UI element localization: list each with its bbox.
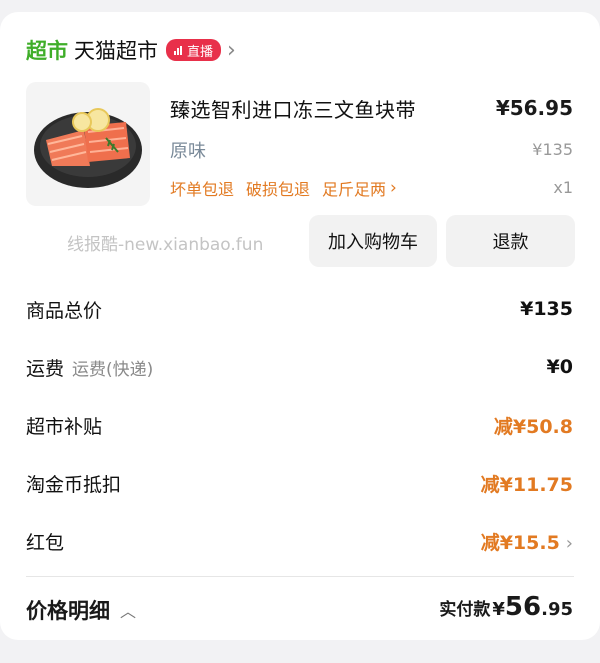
divider xyxy=(26,576,574,577)
summary-label: 超市补贴 xyxy=(26,415,103,438)
guarantee-item: 坏单包退 xyxy=(170,180,235,199)
summary-value: ¥135 xyxy=(520,298,573,320)
summary-value: 减¥15.5 xyxy=(480,531,560,554)
paid-integer: 56 xyxy=(504,592,542,622)
summary-row-total: 商品总价 ¥135 xyxy=(26,294,573,324)
chevron-right-icon[interactable]: › xyxy=(227,38,236,63)
paid-amount: 实付款 ¥ 56 .95 xyxy=(439,592,573,622)
guarantee-item: 破损包退 xyxy=(246,180,311,199)
paid-currency: ¥ xyxy=(492,599,505,620)
summary-row-red-packet[interactable]: 红包 减¥15.5 › xyxy=(26,526,573,556)
summary-row-subsidy: 超市补贴 减¥50.8 xyxy=(26,410,573,440)
product-price: ¥56.95 xyxy=(495,96,573,120)
summary-value: ¥0 xyxy=(546,356,573,378)
paid-decimal: .95 xyxy=(541,599,573,620)
add-to-cart-button[interactable]: 加入购物车 xyxy=(309,215,437,267)
summary-label: 淘金币抵扣 xyxy=(26,473,122,496)
chevron-right-icon: › xyxy=(390,178,397,198)
quantity: x1 xyxy=(553,178,573,197)
store-tag: 超市 xyxy=(26,39,68,63)
red-packet-value[interactable]: 减¥15.5 › xyxy=(481,528,573,555)
price-details-toggle[interactable]: 价格明细 ︿ xyxy=(26,595,136,625)
summary-row-coins: 淘金币抵扣 减¥11.75 xyxy=(26,468,573,498)
summary-label: 运费 xyxy=(26,357,65,380)
chevron-right-icon: › xyxy=(565,532,573,554)
store-name[interactable]: 天猫超市 xyxy=(74,35,158,65)
store-header[interactable]: 超市 天猫超市 直播 › xyxy=(26,36,236,64)
live-badge[interactable]: 直播 xyxy=(166,39,222,61)
summary-value: 减¥11.75 xyxy=(480,473,573,496)
chevron-up-icon: ︿ xyxy=(120,602,137,621)
refund-button[interactable]: 退款 xyxy=(446,215,575,267)
watermark-text: 线报酷-new.xianbao.fun xyxy=(67,235,264,255)
summary-label: 红包 xyxy=(26,531,65,554)
original-price: ¥135 xyxy=(532,140,573,159)
paid-label: 实付款 xyxy=(439,600,491,620)
salmon-fillet-image xyxy=(34,108,142,188)
product-image[interactable] xyxy=(26,82,150,206)
price-details-label: 价格明细 xyxy=(26,599,110,623)
live-badge-label: 直播 xyxy=(187,44,214,60)
summary-label: 商品总价 xyxy=(26,299,103,322)
live-signal-icon xyxy=(174,45,183,55)
shipping-type: 运费(快递) xyxy=(72,359,154,380)
guarantee-item: 足斤足两 xyxy=(322,180,387,199)
product-title[interactable]: 臻选智利进口冻三文鱼块带 xyxy=(170,94,416,123)
service-guarantees[interactable]: 坏单包退 破损包退 足斤足两 › xyxy=(170,176,409,200)
product-variant: 原味 xyxy=(170,141,206,162)
summary-row-shipping: 运费 运费(快递) ¥0 xyxy=(26,352,573,382)
summary-value: 减¥50.8 xyxy=(493,415,573,438)
